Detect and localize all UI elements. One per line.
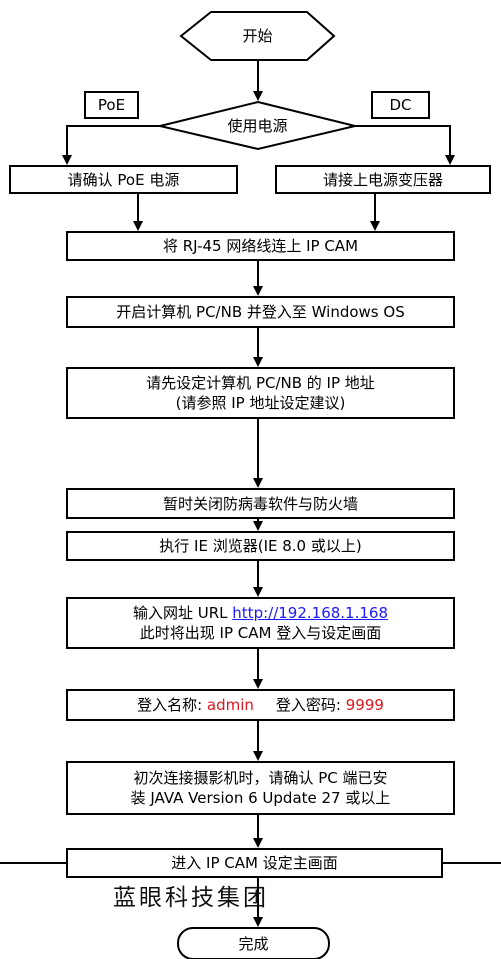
browser-label: 执行 IE 浏览器(IE 8.0 或以上) <box>159 537 362 555</box>
dc-tag-label: DC <box>389 96 412 114</box>
url-label-line1: 输入网址 URL http://192.168.1.168 <box>133 603 388 623</box>
ip-label-line1: 请先设定计算机 PC/NB 的 IP 地址 <box>146 374 375 392</box>
credentials-line: 登入名称: admin 登入密码: 9999 <box>137 695 384 715</box>
url-link[interactable]: http://192.168.1.168 <box>232 604 388 622</box>
login-pc-label: 开启计算机 PC/NB 并登入至 Windows OS <box>116 303 405 321</box>
start-label: 开始 <box>242 27 273 45</box>
java-label: 初次连接摄影机时，请确认 PC 端已安 装 JAVA Version 6 Upd… <box>67 762 454 814</box>
poe-tag-label: PoE <box>97 96 126 114</box>
connect-label: 将 RJ-45 网络线连上 IP CAM <box>162 237 359 255</box>
cred-name-value: admin <box>206 696 254 714</box>
cred-name-label: 登入名称: <box>137 696 207 714</box>
url-prefix: 输入网址 URL <box>133 604 233 622</box>
url-label: 输入网址 URL http://192.168.1.168 此时将出现 IP C… <box>67 598 454 648</box>
end-label: 完成 <box>238 934 269 953</box>
ip-label: 请先设定计算机 PC/NB 的 IP 地址 (请参照 IP 地址设定建议) <box>67 368 454 418</box>
dc-step-label: 请接上电源变压器 <box>322 170 443 189</box>
java-label-line1: 初次连接摄影机时，请确认 PC 端已安 <box>133 769 388 787</box>
power-decision-label: 使用电源 <box>227 116 288 135</box>
url-label-line2: 此时将出现 IP CAM 登入与设定画面 <box>139 624 382 642</box>
ip-label-line2: (请参照 IP 地址设定建议) <box>175 394 346 412</box>
cred-pwd-label: 登入密码: <box>275 696 346 714</box>
java-label-line2: 装 JAVA Version 6 Update 27 或以上 <box>130 789 391 807</box>
watermark-text: 蓝眼科技集团 <box>113 885 269 911</box>
arrow-decision-dc <box>355 125 455 165</box>
credentials-label: 登入名称: admin 登入密码: 9999 <box>67 690 454 720</box>
poe-step-label: 请确认 PoE 电源 <box>67 170 180 189</box>
arrow-decision-poe <box>62 125 160 165</box>
firewall-label: 暂时关闭防病毒软件与防火墙 <box>162 494 358 513</box>
main-label: 进入 IP CAM 设定主画面 <box>171 854 338 872</box>
cred-pwd-value: 9999 <box>345 696 384 714</box>
